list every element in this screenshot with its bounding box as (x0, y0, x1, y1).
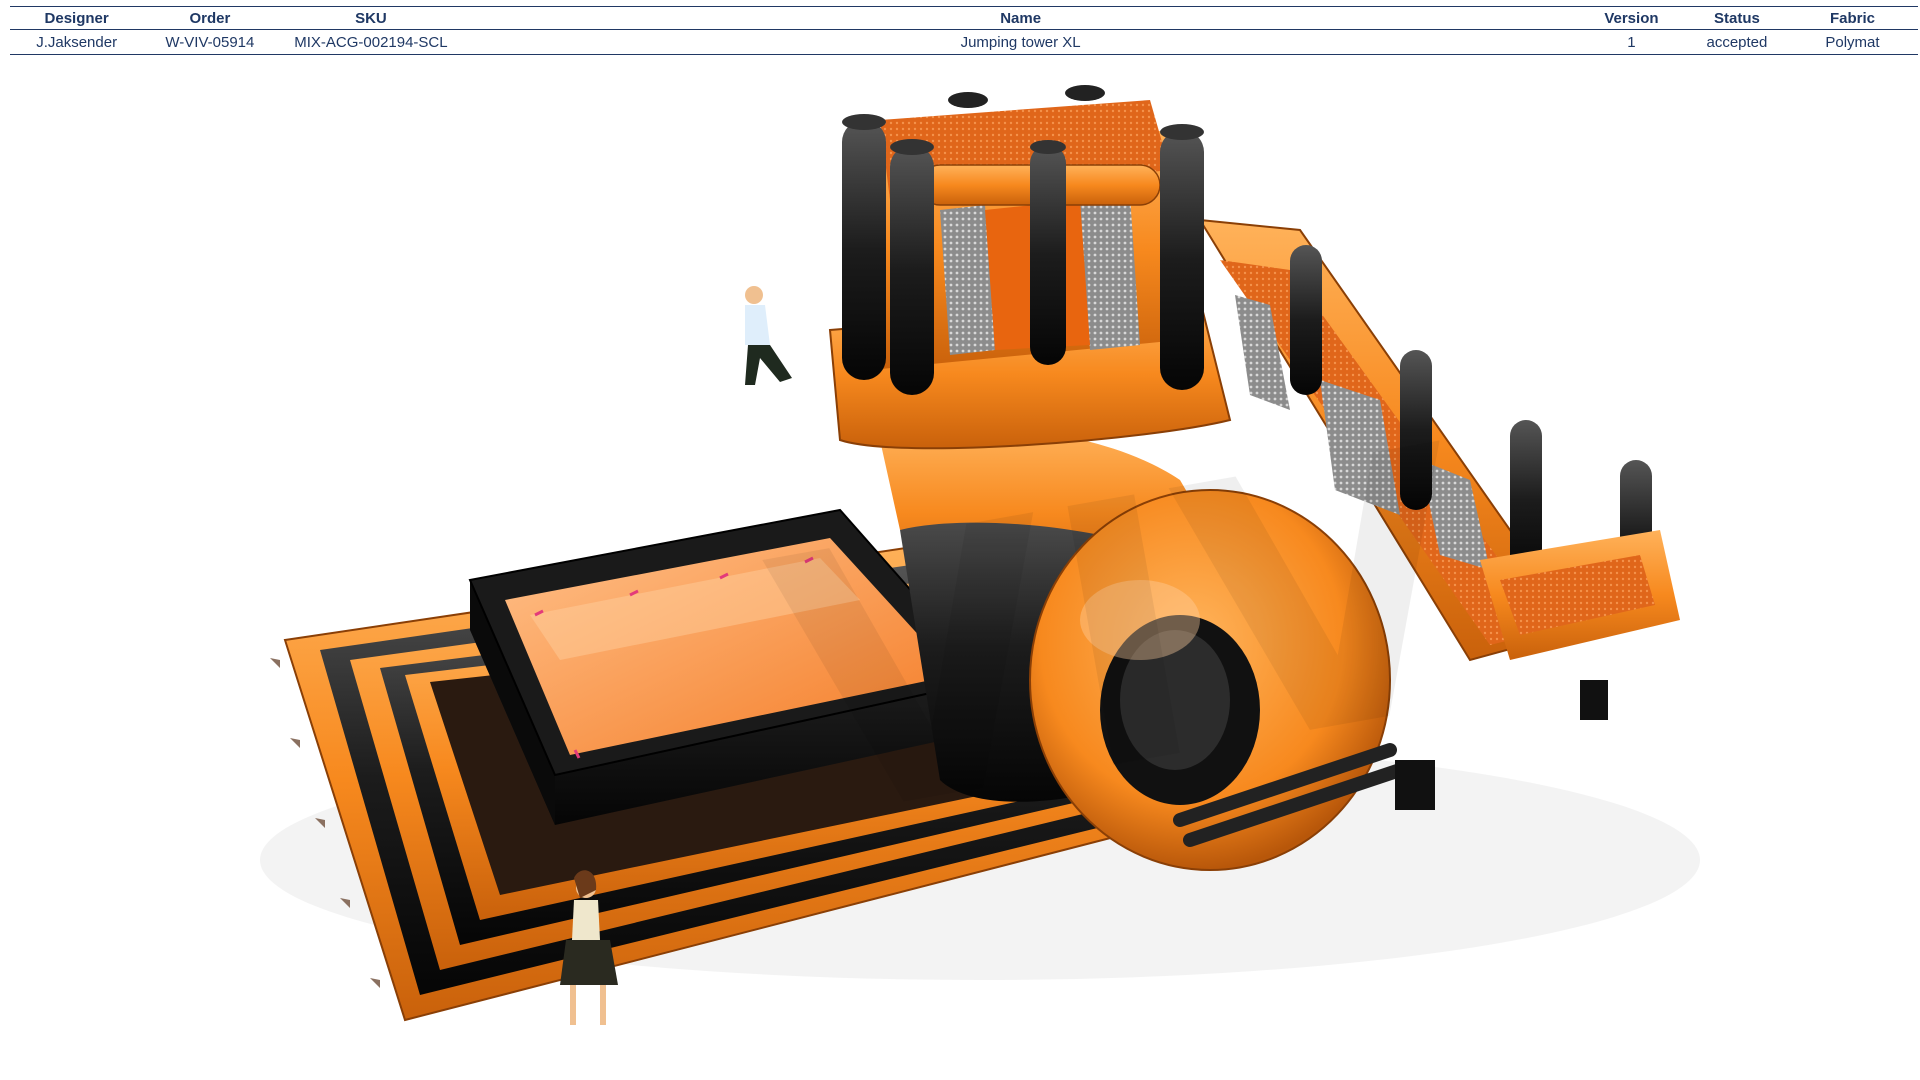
header-sku: SKU (276, 6, 466, 30)
header-status: Status (1686, 6, 1787, 30)
header-order: Order (143, 6, 277, 30)
cell-order: W-VIV-05914 (143, 29, 277, 55)
cell-sku: MIX-ACG-002194-SCL (276, 29, 466, 55)
cell-name: Jumping tower XL (465, 29, 1576, 55)
header-row: Designer Order SKU Name Version Status F… (10, 6, 1918, 30)
person-figure-top (745, 286, 792, 385)
cell-version: 1 (1575, 29, 1687, 55)
header-designer: Designer (10, 6, 144, 30)
spec-table: Designer Order SKU Name Version Status F… (10, 6, 1918, 55)
cell-status: accepted (1686, 29, 1787, 55)
header-fabric: Fabric (1786, 6, 1918, 30)
tower (828, 85, 1232, 450)
header-name: Name (465, 6, 1576, 30)
inflatable-render-illustration: VIV (260, 85, 1700, 1025)
cell-fabric: Polymat (1786, 29, 1918, 55)
header-version: Version (1575, 6, 1687, 30)
cell-designer: J.Jaksender (10, 29, 144, 55)
product-render: VIV (0, 60, 1920, 1080)
table-row: J.Jaksender W-VIV-05914 MIX-ACG-002194-S… (10, 29, 1918, 55)
